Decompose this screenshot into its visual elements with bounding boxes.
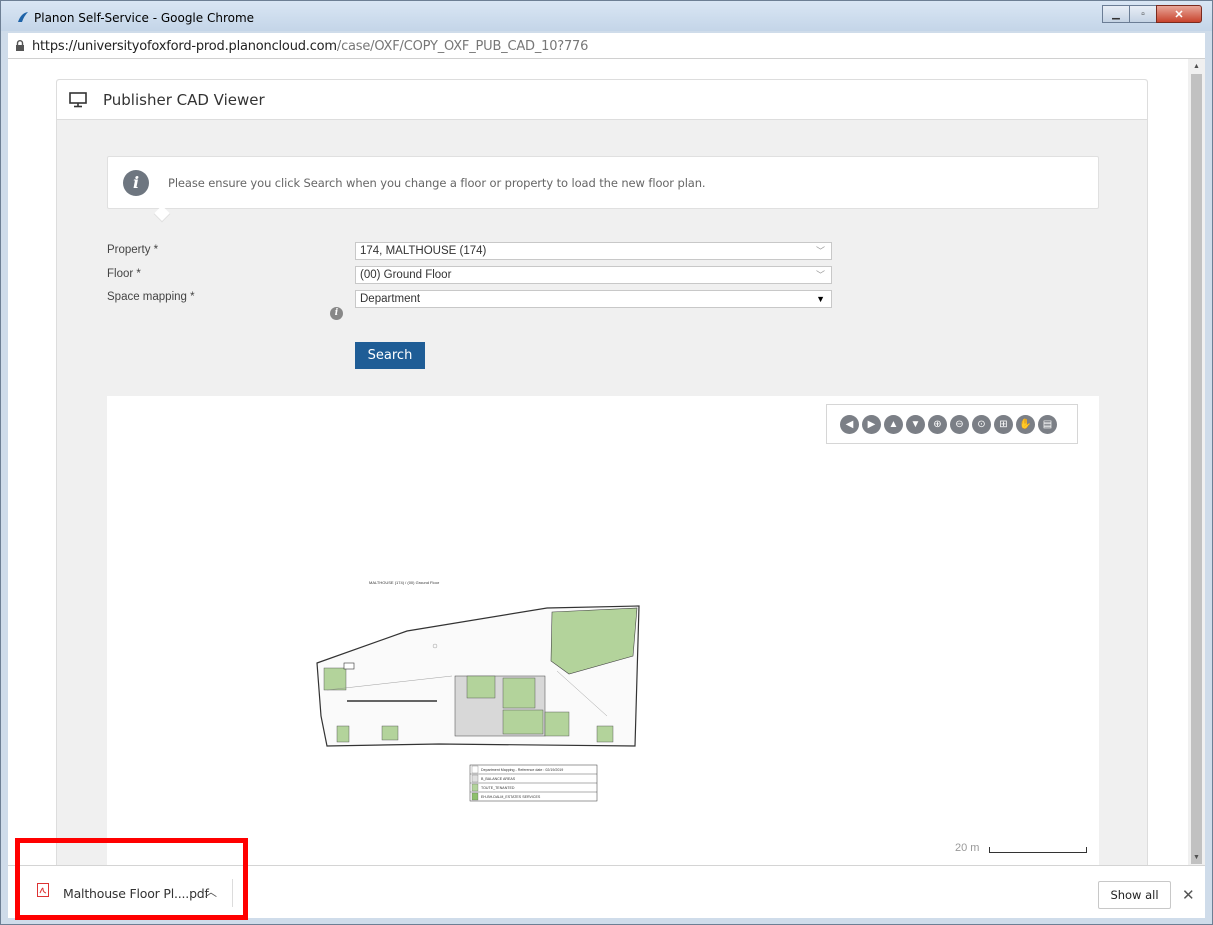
page-title: Publisher CAD Viewer — [103, 91, 265, 109]
lock-icon — [16, 40, 24, 51]
space-mapping-value: Department — [360, 293, 421, 305]
browser-window: Planon Self-Service - Google Chrome ▁ ▫ … — [0, 0, 1213, 925]
monitor-icon — [69, 92, 87, 108]
url-host: https://universityofoxford-prod.planoncl… — [32, 39, 337, 54]
zoom-window-icon[interactable]: ⊞ — [994, 414, 1013, 434]
vertical-scrollbar[interactable]: ▲ ▼ — [1188, 59, 1205, 865]
cad-drawing-area[interactable]: ◀ ▶ ▲ ▼ ⊕ ⊖ ⊙ ⊞ ✋ ▤ MALTHOUSE (174) / (0… — [107, 396, 1099, 865]
cad-toolbar: ◀ ▶ ▲ ▼ ⊕ ⊖ ⊙ ⊞ ✋ ▤ — [826, 404, 1078, 444]
pan-left-icon[interactable]: ◀ — [840, 414, 859, 434]
address-bar[interactable]: https://universityofoxford-prod.planoncl… — [8, 33, 1205, 59]
alert-pointer — [153, 205, 171, 223]
floor-select[interactable]: (00) Ground Floor ﹀ — [355, 266, 832, 284]
info-icon: i — [123, 170, 149, 196]
zoom-out-icon[interactable]: ⊖ — [950, 414, 969, 434]
chevron-down-icon: ﹀ — [815, 246, 825, 256]
plan-legend: Department Mapping - Reference date : 02… — [469, 764, 598, 802]
legend-title: Department Mapping - Reference date : 02… — [481, 768, 563, 772]
space-mapping-select[interactable]: Department ▼ — [355, 290, 832, 308]
cad-viewer-card: Publisher CAD Viewer i Please ensure you… — [56, 79, 1148, 865]
close-icon: ✕ — [1174, 8, 1184, 21]
space-mapping-info-icon[interactable]: i — [330, 307, 343, 320]
info-alert: i Please ensure you click Search when yo… — [107, 156, 1099, 223]
floor-label: Floor * — [107, 268, 141, 280]
legend-item: EH-BH-DALM_ESTATES SERVICES — [481, 795, 541, 799]
card-header: Publisher CAD Viewer — [57, 80, 1147, 120]
pdf-export-icon[interactable]: ▤ — [1038, 414, 1057, 434]
dropdown-arrow-icon: ▼ — [816, 294, 825, 304]
search-button[interactable]: Search — [355, 342, 425, 369]
legend-item: B_BALANCE AREAS — [481, 777, 516, 781]
window-title: Planon Self-Service - Google Chrome — [34, 11, 255, 25]
close-window-button[interactable]: ✕ — [1156, 5, 1202, 23]
property-value: 174, MALTHOUSE (174) — [360, 245, 487, 257]
show-all-button[interactable]: Show all — [1098, 881, 1171, 909]
space-mapping-label: Space mapping * — [107, 291, 195, 303]
legend-item: TOUTE_TENANTED — [481, 786, 515, 790]
pan-up-icon[interactable]: ▲ — [884, 414, 903, 434]
download-highlight-box — [15, 838, 248, 920]
scale-bar — [989, 847, 1087, 853]
maximize-icon: ▫ — [1141, 8, 1145, 20]
page-viewport: Publisher CAD Viewer i Please ensure you… — [8, 59, 1205, 865]
pan-right-icon[interactable]: ▶ — [862, 414, 881, 434]
alert-message: Please ensure you click Search when you … — [168, 176, 706, 190]
scroll-down-icon[interactable]: ▼ — [1192, 853, 1201, 862]
minimize-button[interactable]: ▁ — [1102, 5, 1130, 23]
pan-down-icon[interactable]: ▼ — [906, 414, 925, 434]
url-text[interactable]: https://universityofoxford-prod.planoncl… — [32, 39, 588, 54]
planon-app-icon — [18, 12, 28, 22]
property-label: Property * — [107, 244, 159, 256]
chevron-down-icon: ﹀ — [815, 270, 825, 280]
floor-value: (00) Ground Floor — [360, 269, 452, 281]
minimize-icon: ▁ — [1112, 8, 1120, 20]
maximize-button[interactable]: ▫ — [1129, 5, 1157, 23]
property-select[interactable]: 174, MALTHOUSE (174) ﹀ — [355, 242, 832, 260]
scroll-up-icon[interactable]: ▲ — [1192, 62, 1201, 71]
floor-plan-drawing: MALTHOUSE (174) / (00) Ground Floor Depa… — [316, 580, 640, 802]
zoom-in-icon[interactable]: ⊕ — [928, 414, 947, 434]
plan-title: MALTHOUSE (174) / (00) Ground Floor — [369, 580, 440, 585]
scrollbar-thumb[interactable] — [1191, 74, 1202, 864]
window-controls: ▁ ▫ ✕ — [1102, 5, 1202, 23]
scale-label: 20 m — [955, 842, 980, 854]
hand-pan-icon[interactable]: ✋ — [1016, 414, 1035, 434]
fit-extent-icon[interactable]: ⊙ — [972, 414, 991, 434]
title-bar: Planon Self-Service - Google Chrome ▁ ▫ … — [1, 1, 1212, 31]
close-download-bar-icon[interactable]: ✕ — [1182, 886, 1195, 904]
url-path: /case/OXF/COPY_OXF_PUB_CAD_10?776 — [336, 39, 589, 54]
